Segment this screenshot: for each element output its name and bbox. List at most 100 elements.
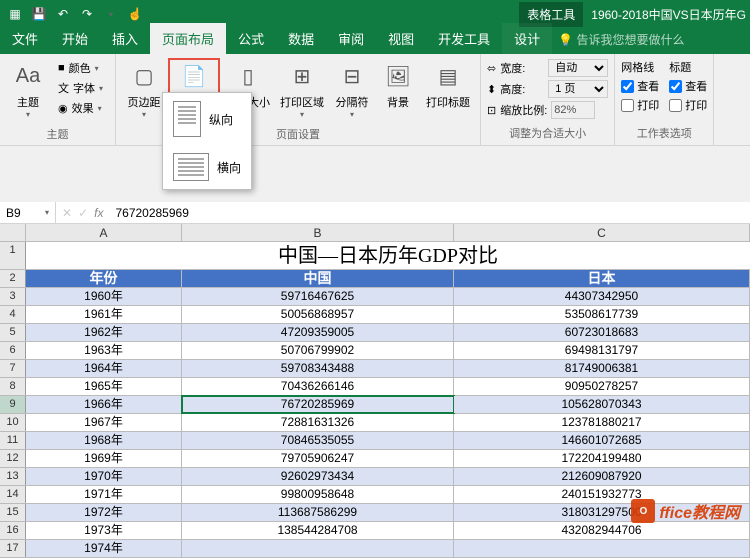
row-header[interactable]: 5 [0,324,26,341]
tab-home[interactable]: 开始 [50,23,100,54]
tab-design[interactable]: 设计 [502,23,552,54]
gridlines-view-checkbox[interactable] [621,80,634,93]
print-area-button[interactable]: ⊞ 打印区域 ▾ [276,58,328,124]
row-header[interactable]: 2 [0,270,26,287]
fonts-button[interactable]: 文 字体 ▾ [52,78,109,98]
cell-japan[interactable]: 69498131797 [454,342,750,359]
row-header[interactable]: 3 [0,288,26,305]
cell-year[interactable]: 1969年 [26,450,182,467]
col-header-a[interactable]: A [26,224,182,241]
cell-year[interactable]: 1964年 [26,360,182,377]
cancel-icon[interactable]: ✕ [62,206,72,220]
orientation-landscape[interactable]: 横向 [163,145,251,189]
cell-year[interactable]: 1973年 [26,522,182,539]
cell-china[interactable]: 72881631326 [182,414,454,431]
fx-icon[interactable]: fx [94,206,103,220]
cell-china[interactable]: 79705906247 [182,450,454,467]
row-header[interactable]: 8 [0,378,26,395]
tell-me-search[interactable]: 💡 告诉我您想要做什么 [552,25,690,54]
cell-china[interactable]: 59716467625 [182,288,454,305]
themes-button[interactable]: Aa 主题 ▾ [6,58,50,124]
cell-year[interactable]: 1963年 [26,342,182,359]
cell-china[interactable] [182,540,454,557]
header-japan[interactable]: 日本 [454,270,750,287]
row-header[interactable]: 17 [0,540,26,557]
row-header[interactable]: 14 [0,486,26,503]
cell-year[interactable]: 1965年 [26,378,182,395]
cell-japan[interactable]: 432082944706 [454,522,750,539]
effects-button[interactable]: ◉ 效果 ▾ [52,98,109,118]
tab-view[interactable]: 视图 [376,23,426,54]
cell-china[interactable]: 59708343488 [182,360,454,377]
qat-customize-icon[interactable]: ▾ [100,3,122,25]
cell-japan[interactable]: 146601072685 [454,432,750,449]
height-select[interactable]: 1 页 [548,80,608,98]
gridlines-print-checkbox[interactable] [621,99,634,112]
cell-year[interactable]: 1962年 [26,324,182,341]
tab-page-layout[interactable]: 页面布局 [150,23,226,54]
select-all-corner[interactable] [0,224,26,241]
cell-china[interactable]: 138544284708 [182,522,454,539]
cell-year[interactable]: 1966年 [26,396,182,413]
cell-year[interactable]: 1970年 [26,468,182,485]
col-header-b[interactable]: B [182,224,454,241]
row-header[interactable]: 7 [0,360,26,377]
tab-insert[interactable]: 插入 [100,23,150,54]
cell-china[interactable]: 113687586299 [182,504,454,521]
header-china[interactable]: 中国 [182,270,454,287]
cell-japan[interactable] [454,540,750,557]
enter-icon[interactable]: ✓ [78,206,88,220]
orientation-portrait[interactable]: 纵向 [163,93,251,145]
name-box[interactable]: B9 ▾ [0,202,56,223]
breaks-button[interactable]: ⊟ 分隔符 ▾ [330,58,374,124]
margins-button[interactable]: ▢ 页边距 ▾ [122,58,166,124]
row-header[interactable]: 6 [0,342,26,359]
row-header[interactable]: 4 [0,306,26,323]
tab-file[interactable]: 文件 [0,23,50,54]
cell-year[interactable]: 1972年 [26,504,182,521]
touch-mode-icon[interactable]: ☝ [124,3,146,25]
background-button[interactable]: 🖼 背景 [376,58,420,124]
tab-review[interactable]: 审阅 [326,23,376,54]
cell-year[interactable]: 1971年 [26,486,182,503]
header-year[interactable]: 年份 [26,270,182,287]
headings-print-checkbox[interactable] [669,99,682,112]
row-header[interactable]: 10 [0,414,26,431]
cell-china[interactable]: 76720285969 [182,396,454,413]
headings-view-checkbox[interactable] [669,80,682,93]
cell-japan[interactable]: 81749006381 [454,360,750,377]
tab-data[interactable]: 数据 [276,23,326,54]
tab-dev[interactable]: 开发工具 [426,23,502,54]
width-select[interactable]: 自动 [548,59,608,77]
cell-japan[interactable]: 53508617739 [454,306,750,323]
save-icon[interactable]: 💾 [28,3,50,25]
row-header[interactable]: 16 [0,522,26,539]
col-header-c[interactable]: C [454,224,750,241]
formula-input[interactable] [109,206,750,220]
row-header[interactable]: 11 [0,432,26,449]
cell-japan[interactable]: 60723018683 [454,324,750,341]
cell-year[interactable]: 1968年 [26,432,182,449]
cell-china[interactable]: 92602973434 [182,468,454,485]
cell-japan[interactable]: 44307342950 [454,288,750,305]
cell-china[interactable]: 47209359005 [182,324,454,341]
cell-china[interactable]: 50056868957 [182,306,454,323]
cell-year[interactable]: 1974年 [26,540,182,557]
row-header[interactable]: 15 [0,504,26,521]
scale-input[interactable] [551,101,595,119]
cell-year[interactable]: 1961年 [26,306,182,323]
app-menu-icon[interactable]: ▦ [4,3,26,25]
cell-china[interactable]: 70846535055 [182,432,454,449]
cell-china[interactable]: 50706799902 [182,342,454,359]
title-cell[interactable]: 中国—日本历年GDP对比 [26,242,750,270]
cell-china[interactable]: 70436266146 [182,378,454,395]
colors-button[interactable]: ■ 颜色 ▾ [52,58,109,78]
cell-japan[interactable]: 123781880217 [454,414,750,431]
cell-year[interactable]: 1967年 [26,414,182,431]
print-titles-button[interactable]: ▤ 打印标题 [422,58,474,124]
row-header[interactable]: 12 [0,450,26,467]
row-header[interactable]: 9 [0,396,26,413]
redo-icon[interactable]: ↷ [76,3,98,25]
cell-japan[interactable]: 172204199480 [454,450,750,467]
cell-china[interactable]: 99800958648 [182,486,454,503]
